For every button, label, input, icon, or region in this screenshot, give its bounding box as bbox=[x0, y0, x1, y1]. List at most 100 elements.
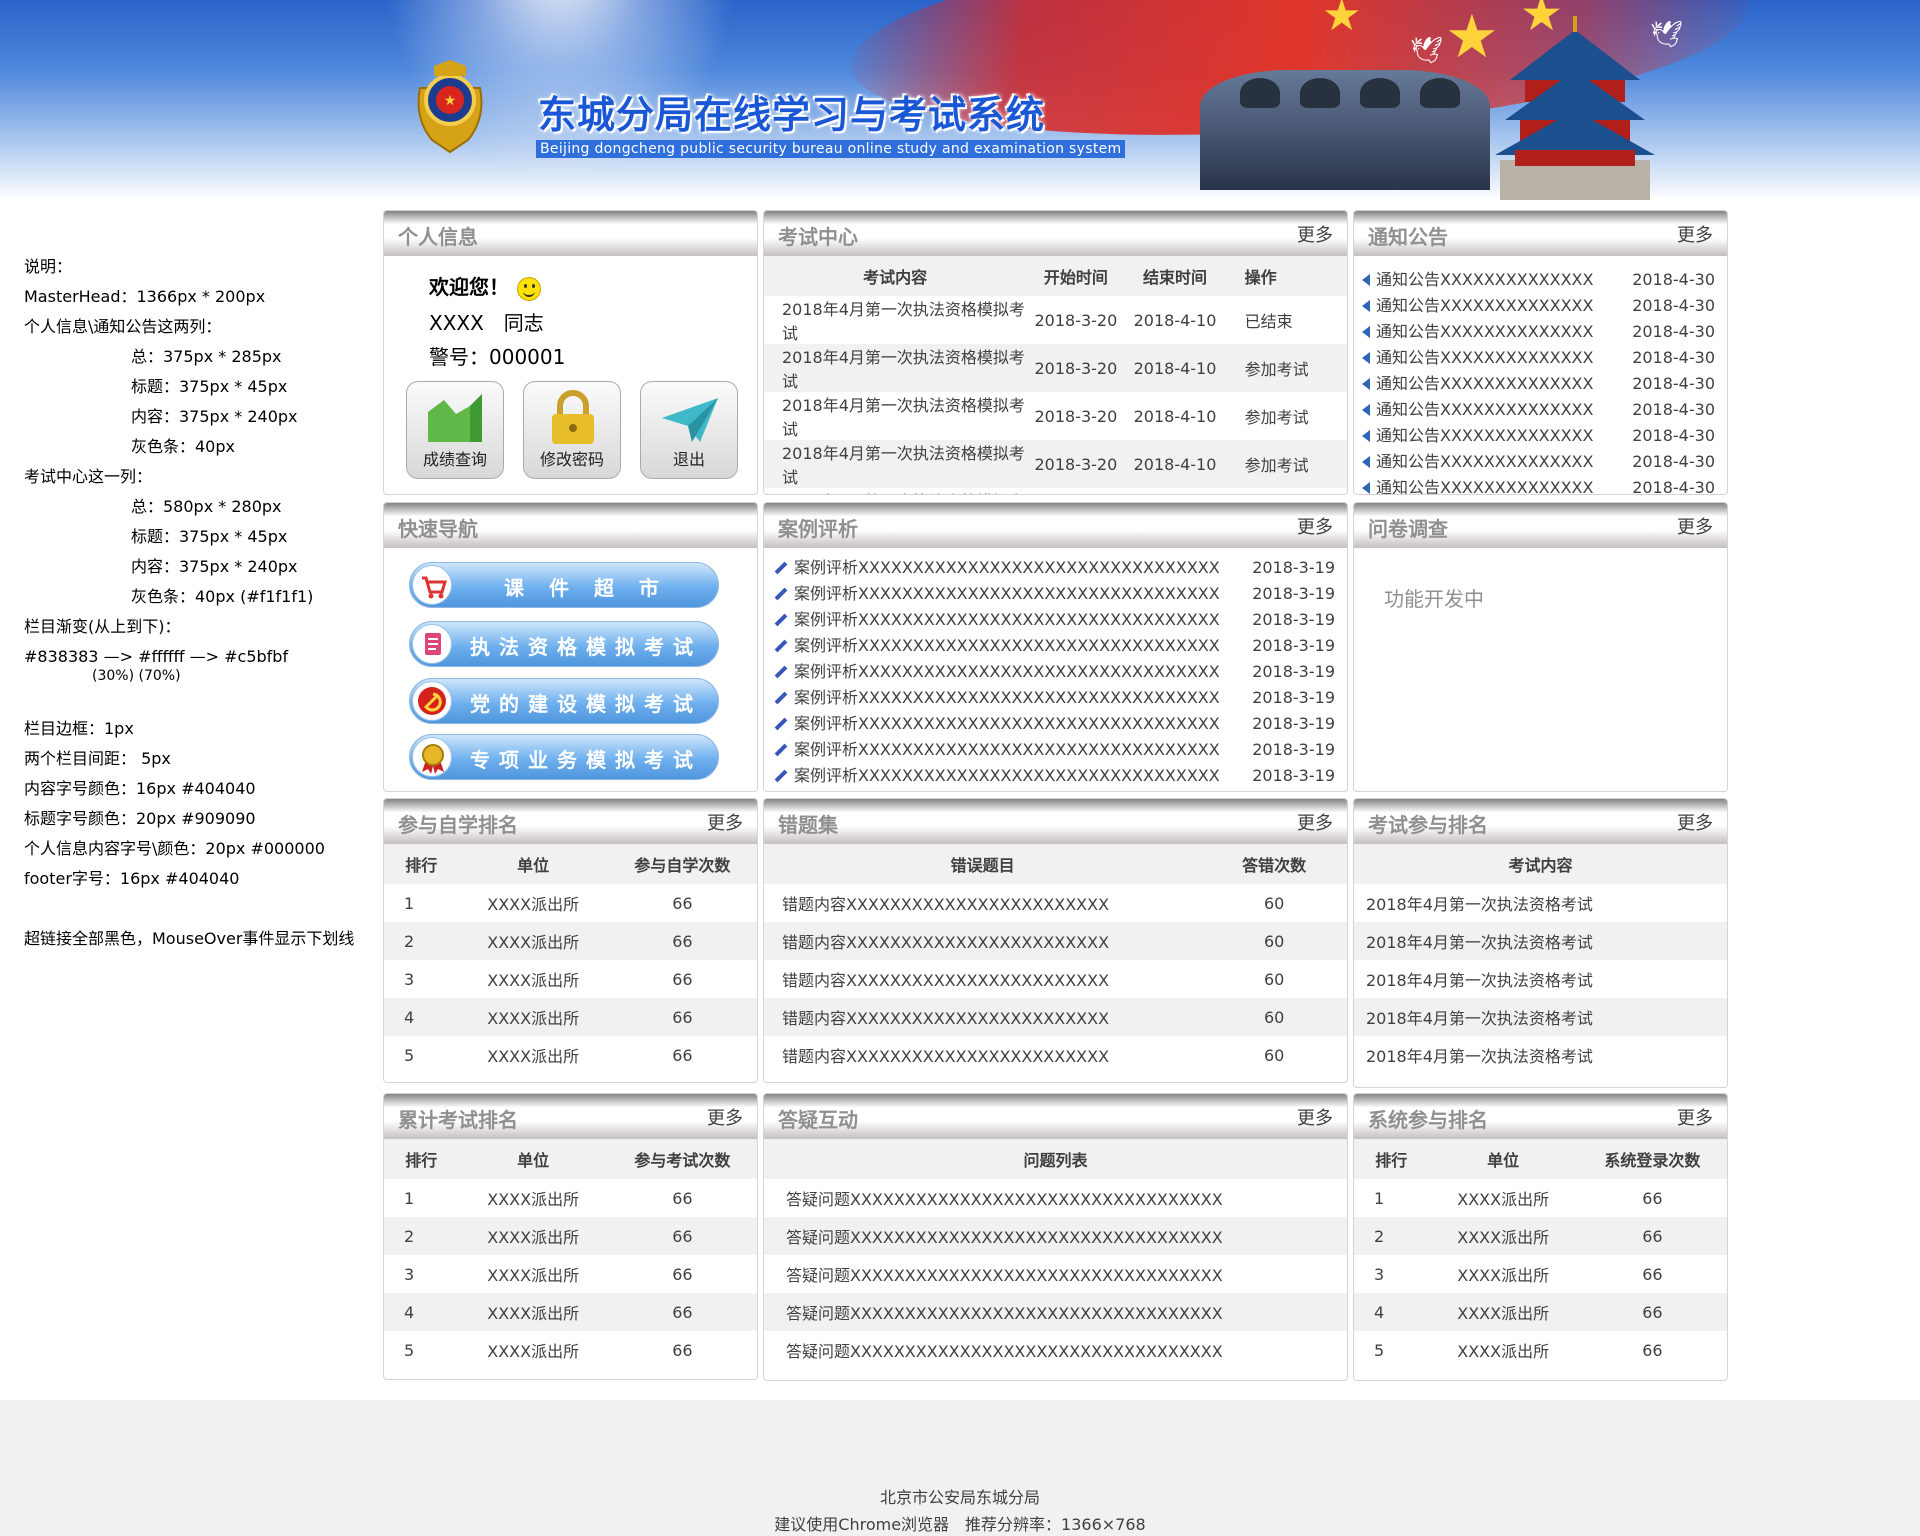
nav-party-exam-button[interactable]: 党的建设模拟考试 bbox=[409, 678, 719, 724]
medal-icon bbox=[412, 737, 452, 777]
scores-button-label: 成绩查询 bbox=[422, 450, 487, 469]
col-header: 参与考试次数 bbox=[607, 1139, 757, 1179]
table-cell[interactable]: 2018年4月第一次执法资格考试 bbox=[1354, 998, 1727, 1036]
table-row: 1 XXXX派出所 66 bbox=[384, 1179, 757, 1217]
table-cell[interactable]: 错题内容XXXXXXXXXXXXXXXXXXXXXXXX bbox=[764, 1036, 1201, 1074]
table-cell: 2018-4-10 bbox=[1133, 406, 1217, 426]
table-cell[interactable]: 答疑问题XXXXXXXXXXXXXXXXXXXXXXXXXXXXXXXXXX bbox=[764, 1293, 1347, 1331]
table-cell[interactable]: 2018年4月第一次执法资格考试 bbox=[1354, 884, 1727, 922]
more-link[interactable]: 更多 bbox=[1677, 1104, 1713, 1130]
table-cell[interactable]: 2018年4月第一次执法资格模拟考试 bbox=[764, 488, 1026, 494]
table-row: 3 XXXX派出所 66 bbox=[384, 960, 757, 998]
case-link[interactable]: 案例评析XXXXXXXXXXXXXXXXXXXXXXXXXXXXXXXXX bbox=[794, 662, 1220, 681]
notice-link[interactable]: 通知公告XXXXXXXXXXXXXX bbox=[1376, 322, 1593, 341]
more-link[interactable]: 更多 bbox=[1297, 221, 1333, 247]
col-header: 排行 bbox=[1354, 1139, 1429, 1179]
scores-button[interactable]: 成绩查询 bbox=[406, 381, 504, 479]
table-cell[interactable]: 2018年4月第一次执法资格模拟考试 bbox=[764, 296, 1026, 344]
case-link[interactable]: 案例评析XXXXXXXXXXXXXXXXXXXXXXXXXXXXXXXXX bbox=[794, 714, 1220, 733]
case-link[interactable]: 案例评析XXXXXXXXXXXXXXXXXXXXXXXXXXXXXXXXX bbox=[794, 636, 1220, 655]
list-item: 案例评析XXXXXXXXXXXXXXXXXXXXXXXXXXXXXXXXX 201… bbox=[764, 711, 1347, 737]
table-cell: 66 bbox=[1642, 1188, 1663, 1208]
pen-icon bbox=[774, 717, 788, 731]
more-link[interactable]: 更多 bbox=[707, 809, 743, 835]
col-header: 考试内容 bbox=[1354, 844, 1727, 884]
table-cell[interactable]: 2018年4月第一次执法资格模拟考试 bbox=[764, 344, 1027, 392]
table-cell[interactable]: 2018年4月第一次执法资格模拟考试 bbox=[764, 392, 1026, 440]
svg-text:★: ★ bbox=[444, 93, 457, 109]
notice-link[interactable]: 通知公告XXXXXXXXXXXXXX bbox=[1376, 400, 1593, 419]
table-cell[interactable]: 错题内容XXXXXXXXXXXXXXXXXXXXXXXX bbox=[764, 960, 1201, 998]
more-link[interactable]: 更多 bbox=[1297, 513, 1333, 539]
exam-action[interactable]: 参加考试 bbox=[1224, 344, 1347, 392]
exam-table: 考试内容 开始时间 结束时间 操作 2018年4月第一次执法资格模拟考试 2018… bbox=[764, 256, 1347, 494]
panel-title: 错题集 bbox=[778, 813, 838, 837]
notice-date: 2018-4-30 bbox=[1632, 452, 1715, 471]
table-cell: 66 bbox=[607, 998, 757, 1036]
case-link[interactable]: 案例评析XXXXXXXXXXXXXXXXXXXXXXXXXXXXXXXXX bbox=[794, 740, 1220, 759]
table-cell: 2018-4-10 bbox=[1125, 344, 1225, 392]
case-link[interactable]: 案例评析XXXXXXXXXXXXXXXXXXXXXXXXXXXXXXXXX bbox=[794, 610, 1220, 629]
more-link[interactable]: 更多 bbox=[1297, 1104, 1333, 1130]
more-link[interactable]: 更多 bbox=[1677, 809, 1713, 835]
case-link[interactable]: 案例评析XXXXXXXXXXXXXXXXXXXXXXXXXXXXXXXXX bbox=[794, 688, 1220, 707]
exam-action[interactable]: 参加考试 bbox=[1225, 392, 1347, 440]
more-link[interactable]: 更多 bbox=[707, 1104, 743, 1130]
case-link[interactable]: 案例评析XXXXXXXXXXXXXXXXXXXXXXXXXXXXXXXXX bbox=[794, 584, 1220, 603]
more-link[interactable]: 更多 bbox=[1677, 513, 1713, 539]
table-cell[interactable]: 2018年4月第一次执法资格考试 bbox=[1354, 1036, 1727, 1074]
notice-date: 2018-4-30 bbox=[1632, 322, 1715, 341]
score-chart-icon bbox=[428, 394, 482, 442]
note-line: MasterHead：1366px * 200px bbox=[24, 287, 266, 306]
table-cell: 2018-3-20 bbox=[1034, 310, 1118, 330]
table-cell[interactable]: 答疑问题XXXXXXXXXXXXXXXXXXXXXXXXXXXXXXXXXX bbox=[764, 1255, 1347, 1293]
table-cell: XXXX派出所 bbox=[1457, 1266, 1550, 1285]
table-cell[interactable]: 2018年4月第一次执法资格考试 bbox=[1354, 922, 1727, 960]
case-link[interactable]: 案例评析XXXXXXXXXXXXXXXXXXXXXXXXXXXXXXXXX bbox=[794, 558, 1220, 577]
panel-title: 累计考试排名 bbox=[398, 1108, 518, 1132]
notice-link[interactable]: 通知公告XXXXXXXXXXXXXX bbox=[1376, 478, 1593, 494]
table-cell[interactable]: 2018年4月第一次执法资格考试 bbox=[1354, 960, 1727, 998]
list-item: 案例评析XXXXXXXXXXXXXXXXXXXXXXXXXXXXXXXXX 201… bbox=[764, 763, 1347, 789]
nav-law-exam-button[interactable]: 执法资格模拟考试 bbox=[409, 621, 719, 667]
wrong-answers-table: 错误题目 答错次数 错题内容XXXXXXXXXXXXXXXXXXXXXXXX 60… bbox=[764, 844, 1347, 1074]
exam-action[interactable]: 已结束 bbox=[1225, 296, 1347, 344]
nav-special-exam-button[interactable]: 专项业务模拟考试 bbox=[409, 734, 719, 780]
pen-icon bbox=[774, 639, 788, 653]
case-link[interactable]: 案例评析XXXXXXXXXXXXXXXXXXXXXXXXXXXXXXXXX bbox=[794, 766, 1220, 785]
panel-title: 考试参与排名 bbox=[1368, 813, 1488, 837]
footer-org: 北京市公安局东城分局 bbox=[879, 1488, 1040, 1507]
logout-button[interactable]: 退出 bbox=[640, 381, 738, 479]
notice-link[interactable]: 通知公告XXXXXXXXXXXXXX bbox=[1376, 452, 1593, 471]
note-line: 栏目渐变(从上到下)： bbox=[24, 617, 181, 636]
col-header: 操作 bbox=[1224, 256, 1347, 296]
table-cell[interactable]: 答疑问题XXXXXXXXXXXXXXXXXXXXXXXXXXXXXXXXXX bbox=[764, 1331, 1347, 1369]
more-link[interactable]: 更多 bbox=[1677, 221, 1713, 247]
table-cell: 2018-3-20 bbox=[1026, 488, 1125, 494]
notice-link[interactable]: 通知公告XXXXXXXXXXXXXX bbox=[1376, 270, 1593, 289]
note-line: 两个栏目间距： 5px bbox=[24, 749, 171, 768]
table-cell: 2018-4-10 bbox=[1125, 488, 1224, 494]
exam-action[interactable]: 参加考试 bbox=[1224, 440, 1347, 488]
notice-link[interactable]: 通知公告XXXXXXXXXXXXXX bbox=[1376, 374, 1593, 393]
table-cell: 2018-4-10 bbox=[1133, 310, 1217, 330]
notice-link[interactable]: 通知公告XXXXXXXXXXXXXX bbox=[1376, 296, 1593, 315]
list-item: 案例评析XXXXXXXXXXXXXXXXXXXXXXXXXXXXXXXXX 201… bbox=[764, 685, 1347, 711]
table-cell[interactable]: 答疑问题XXXXXXXXXXXXXXXXXXXXXXXXXXXXXXXXXX bbox=[764, 1217, 1347, 1255]
table-cell[interactable]: 错题内容XXXXXXXXXXXXXXXXXXXXXXXX bbox=[764, 922, 1202, 960]
case-date: 2018-3-19 bbox=[1252, 740, 1335, 759]
table-cell[interactable]: 2018年4月第一次执法资格模拟考试 bbox=[764, 440, 1027, 488]
change-password-button[interactable]: 修改密码 bbox=[523, 381, 621, 479]
more-link[interactable]: 更多 bbox=[1297, 809, 1333, 835]
table-cell[interactable]: 错题内容XXXXXXXXXXXXXXXXXXXXXXXX bbox=[764, 998, 1202, 1036]
table-cell: 2018-3-20 bbox=[1026, 344, 1126, 392]
notice-link[interactable]: 通知公告XXXXXXXXXXXXXX bbox=[1376, 426, 1593, 445]
notice-link[interactable]: 通知公告XXXXXXXXXXXXXX bbox=[1376, 348, 1593, 367]
exam-participation-panel: 考试参与排名 更多 考试内容 2018年4月第一次执法资格考试 2018年4月第一… bbox=[1353, 798, 1728, 1088]
exam-action[interactable]: 未开始 bbox=[1225, 488, 1347, 494]
list-item: 案例评析XXXXXXXXXXXXXXXXXXXXXXXXXXXXXXXXX 201… bbox=[764, 659, 1347, 685]
nav-courseware-button[interactable]: 课 件 超 市 bbox=[409, 562, 719, 608]
table-cell[interactable]: 错题内容XXXXXXXXXXXXXXXXXXXXXXXX bbox=[764, 884, 1201, 922]
table-cell[interactable]: 答疑问题XXXXXXXXXXXXXXXXXXXXXXXXXXXXXXXXXX bbox=[764, 1179, 1347, 1217]
temple-of-heaven-image bbox=[1495, 16, 1655, 200]
